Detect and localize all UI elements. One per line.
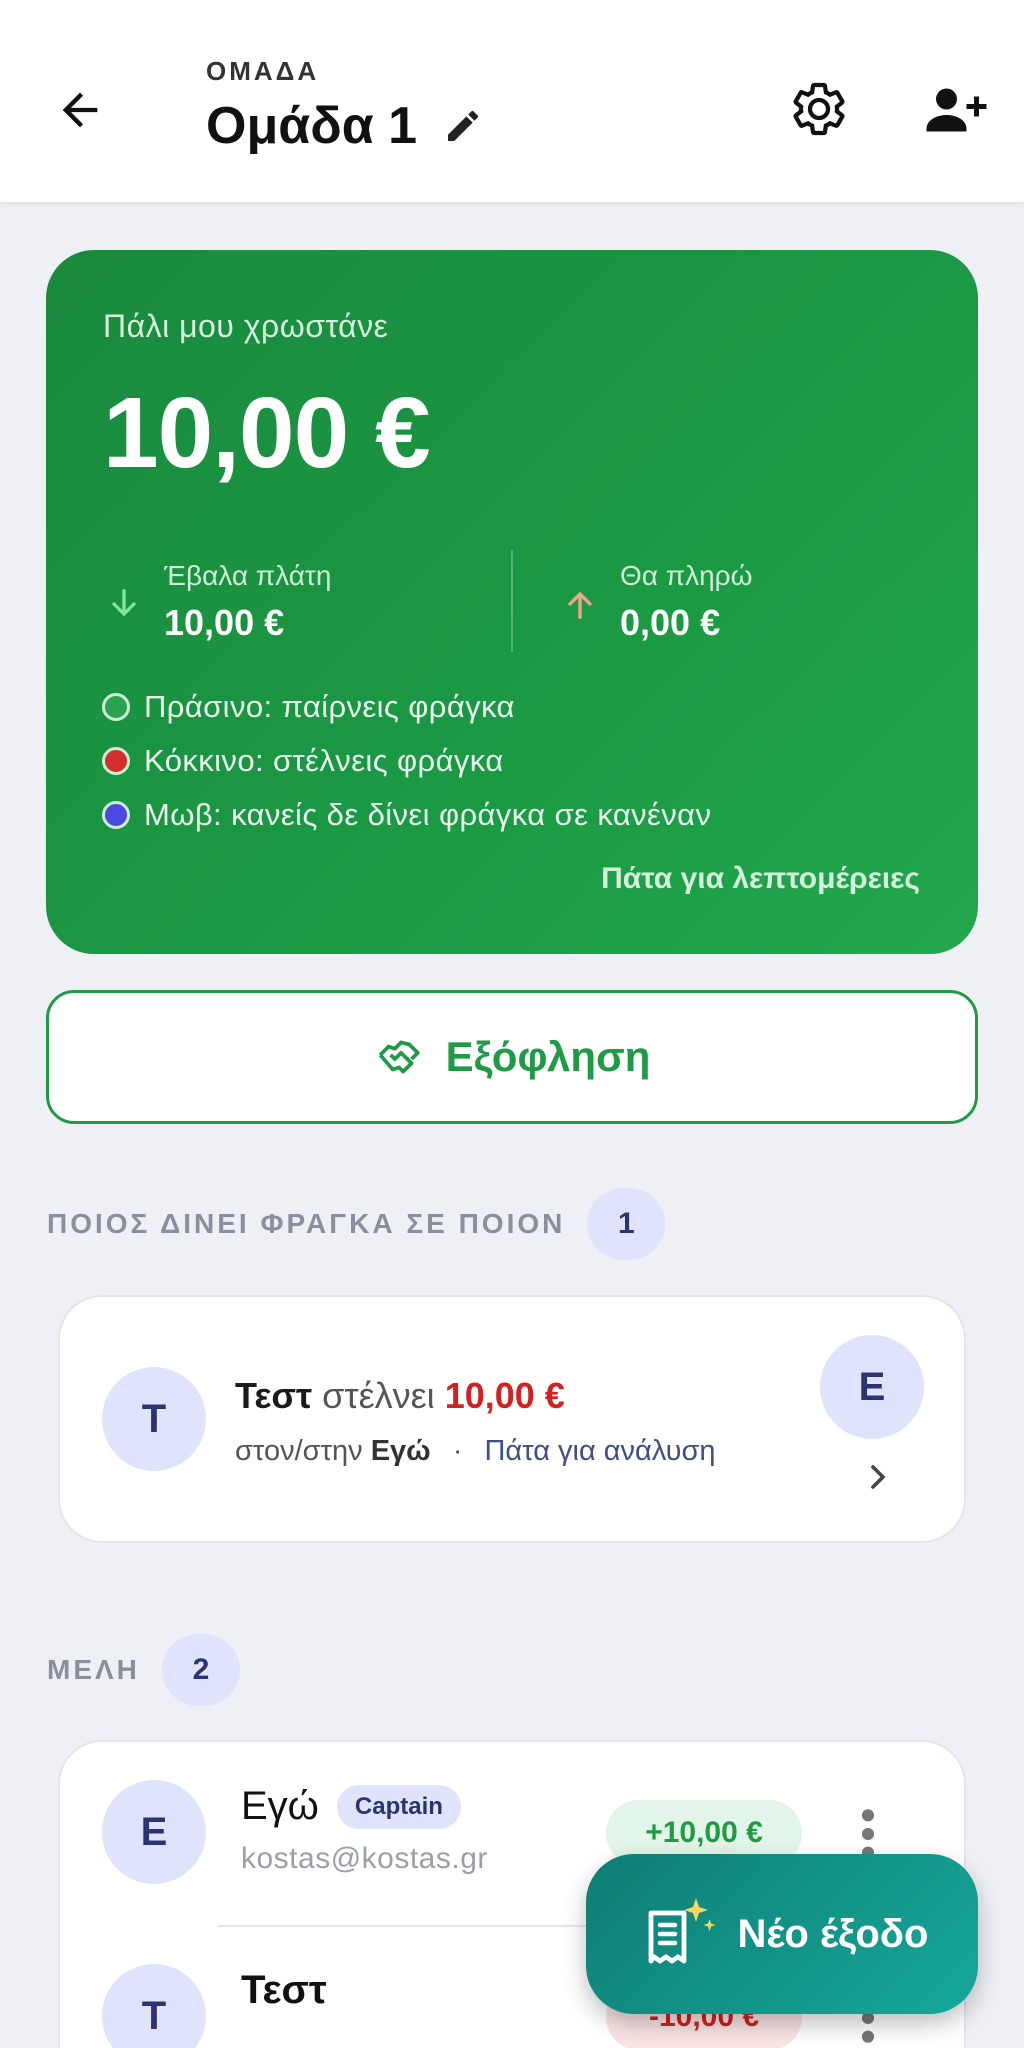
handshake-icon [378, 1040, 420, 1074]
stat-divider [511, 550, 513, 652]
avatar: Ε [102, 1780, 206, 1884]
to-prefix: στον/στην [235, 1435, 363, 1467]
pencil-icon [448, 110, 479, 141]
settle-button[interactable]: Εξόφληση [46, 990, 978, 1124]
arrow-up-icon [568, 591, 592, 619]
owe-stat: Θα πληρώ 0,00 € [620, 560, 752, 644]
members-section-header: ΜΕΛΗ 2 [47, 1634, 240, 1706]
debt-verb: στέλνει [322, 1375, 435, 1416]
back-button[interactable] [48, 78, 112, 142]
arrow-back-icon [62, 92, 98, 128]
owe-value: 0,00 € [620, 602, 721, 643]
debt-detail: στον/στην Εγώ · Πάτα για ανάλυση [235, 1435, 716, 1468]
avatar: Ε [820, 1335, 924, 1439]
paid-stat: Έβαλα πλάτη 10,00 € [164, 560, 332, 644]
settings-button[interactable] [784, 74, 854, 144]
red-dot-icon [102, 747, 130, 775]
paid-value: 10,00 € [164, 602, 285, 643]
balance-label: Πάλι μου χρωστάνε [103, 308, 389, 344]
avatar: Τ [102, 1367, 206, 1471]
member-name-row: Τεστ [241, 1968, 327, 2013]
legend-text: Κόκκινο: στέλνεις φράγκα [144, 743, 504, 778]
group-overline: ΟΜΑΔΑ [206, 56, 320, 86]
balance-card[interactable]: Πάλι μου χρωστάνε 10,00 € Έβαλα πλάτη 10… [46, 250, 978, 954]
edit-title-button[interactable] [441, 104, 485, 148]
debt-amount: 10,00 € [444, 1375, 565, 1416]
person-add-icon [926, 88, 987, 132]
debts-count-badge: 1 [587, 1188, 666, 1260]
arrow-down-icon [112, 589, 136, 617]
debt-summary: Τεστ στέλνει 10,00 € [235, 1375, 565, 1417]
chevron-right-icon[interactable] [858, 1457, 898, 1497]
legend-text: Μωβ: κανείς δε δίνει φράγκα σε κανέναν [144, 797, 712, 832]
member-name: Τεστ [241, 1968, 327, 2012]
new-expense-button[interactable]: Νέο έξοδο [586, 1854, 978, 2014]
legend-text: Πράσινο: παίρνεις φράγκα [144, 689, 515, 724]
app-bar: ΟΜΑΔΑ Ομάδα 1 [0, 0, 1024, 202]
settle-label: Εξόφληση [445, 1033, 651, 1080]
title-row: Ομάδα 1 [206, 96, 485, 156]
debts-section-header: ΠΟΙΟΣ ΔΙΝΕΙ ΦΡΑΓΚΑ ΣΕ ΠΟΙΟΝ 1 [47, 1188, 666, 1260]
legend-item-green: Πράσινο: παίρνεις φράγκα [102, 680, 711, 734]
analysis-link[interactable]: Πάτα για ανάλυση [484, 1435, 715, 1467]
member-name: Εγώ [241, 1784, 319, 1828]
gear-icon [793, 82, 845, 136]
creditor-name: Εγώ [370, 1435, 431, 1467]
debts-section-title: ΠΟΙΟΣ ΔΙΝΕΙ ΦΡΑΓΚΑ ΣΕ ΠΟΙΟΝ [47, 1208, 566, 1239]
member-name-row: Εγώ Captain [241, 1784, 461, 1829]
legend-item-red: Κόκκινο: στέλνεις φράγκα [102, 734, 711, 788]
members-count-badge: 2 [161, 1634, 240, 1706]
paid-label: Έβαλα πλάτη [164, 560, 332, 591]
captain-badge: Captain [336, 1784, 461, 1829]
purple-dot-icon [102, 801, 130, 829]
color-legend: Πράσινο: παίρνεις φράγκα Κόκκινο: στέλνε… [102, 680, 711, 842]
debt-item[interactable]: Τ Τεστ στέλνει 10,00 € στον/στην Εγώ · Π… [58, 1295, 966, 1543]
group-title: Ομάδα 1 [206, 97, 418, 155]
balance-amount: 10,00 € [103, 377, 431, 489]
members-section-title: ΜΕΛΗ [47, 1654, 140, 1685]
owe-label: Θα πληρώ [620, 560, 753, 591]
debtor-name: Τεστ [235, 1375, 313, 1416]
legend-item-purple: Μωβ: κανείς δε δίνει φράγκα σε κανέναν [102, 788, 711, 842]
details-link[interactable]: Πάτα για λεπτομέρειες [601, 862, 920, 896]
receipt-sparkle-icon [648, 1898, 715, 1964]
green-dot-icon [102, 693, 130, 721]
new-expense-label: Νέο έξοδο [737, 1911, 929, 1956]
add-member-button[interactable] [914, 74, 994, 144]
separator: · [452, 1435, 463, 1467]
avatar: Τ [102, 1964, 206, 2048]
member-email: kostas@kostas.gr [241, 1842, 488, 1875]
